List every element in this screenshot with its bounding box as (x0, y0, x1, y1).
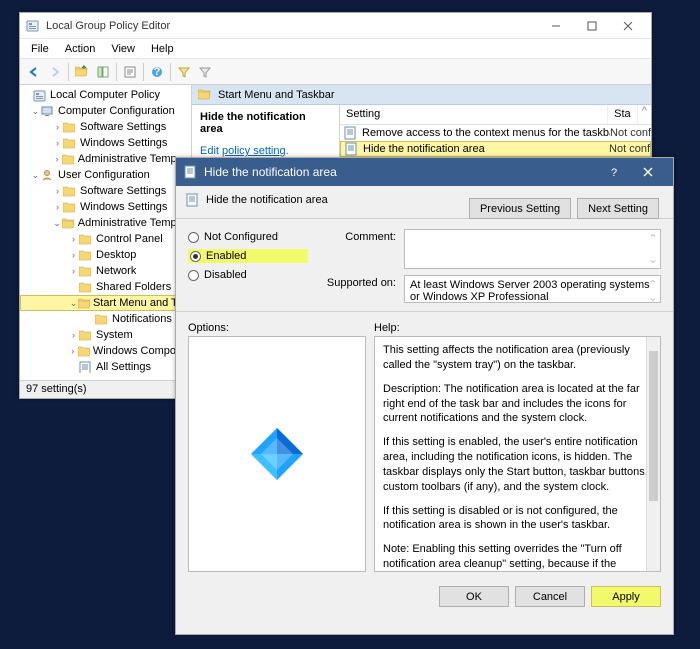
supported-label: Supported on: (320, 275, 396, 289)
filter-options-button[interactable] (195, 62, 215, 82)
dialog-help-button[interactable]: ? (597, 161, 631, 183)
folder-icon (79, 281, 93, 293)
close-button[interactable] (611, 16, 645, 36)
policy-icon (186, 193, 200, 207)
back-button[interactable] (24, 62, 44, 82)
tree-item[interactable]: ›Control Panel (20, 231, 191, 247)
tree-item[interactable]: Shared Folders (20, 279, 191, 295)
console-tree[interactable]: Local Computer Policy ⌄Computer Configur… (20, 85, 192, 380)
radio-disabled[interactable]: Disabled (188, 269, 308, 281)
minimize-button[interactable] (539, 16, 573, 36)
computer-icon (41, 105, 55, 117)
folder-icon (79, 265, 93, 277)
scope-header: Start Menu and Taskbar (192, 85, 651, 105)
tree-item[interactable]: ›Windows Settings (20, 135, 191, 151)
edit-policy-link[interactable]: Edit policy setting. (200, 145, 331, 157)
folder-icon (78, 345, 90, 357)
menu-view[interactable]: View (104, 41, 142, 57)
ok-button[interactable]: OK (439, 586, 509, 607)
list-header[interactable]: Setting Sta ^ (340, 105, 651, 125)
help-pane[interactable]: This setting affects the notification ar… (374, 336, 661, 572)
tree-item[interactable]: ›Windows Components (20, 343, 191, 359)
tree-item[interactable]: ›Desktop (20, 247, 191, 263)
menu-file[interactable]: File (24, 41, 56, 57)
policy-dialog: Hide the notification area ? Hide the no… (175, 157, 674, 635)
folder-icon (79, 233, 93, 245)
folder-icon (63, 185, 77, 197)
help-label: Help: (374, 322, 400, 334)
up-button[interactable] (72, 62, 92, 82)
selected-policy-title: Hide the notification area (200, 111, 331, 135)
folder-icon (63, 137, 77, 149)
radio-not-configured[interactable]: Not Configured (188, 231, 308, 243)
tree-item[interactable]: ›Network (20, 263, 191, 279)
gpedit-titlebar[interactable]: Local Group Policy Editor (20, 13, 651, 39)
dialog-title: Hide the notification area (204, 165, 597, 179)
cancel-button[interactable]: Cancel (515, 586, 585, 607)
tree-item[interactable]: ›System (20, 327, 191, 343)
dialog-close-button[interactable] (631, 161, 665, 183)
tree-item[interactable]: Notifications (20, 311, 191, 327)
folder-icon (63, 201, 77, 213)
forward-button[interactable] (45, 62, 65, 82)
tree-user-config[interactable]: ⌄User Configuration (20, 167, 191, 183)
radio-enabled[interactable]: Enabled (188, 249, 308, 263)
next-setting-button[interactable]: Next Setting (577, 198, 659, 219)
folder-icon (79, 329, 93, 341)
help-button[interactable]: ? (147, 62, 167, 82)
folder-icon (78, 297, 90, 309)
options-label: Options: (188, 322, 366, 334)
comment-textarea[interactable]: ⌃⌄ (404, 229, 661, 269)
tree-admin-templates[interactable]: ⌄Administrative Templates (20, 215, 191, 231)
comment-label: Comment: (320, 229, 396, 243)
list-row-selected[interactable]: Hide the notification areaNot conf (340, 141, 651, 157)
maximize-button[interactable] (575, 16, 609, 36)
tree-item[interactable]: ›Software Settings (20, 183, 191, 199)
previous-setting-button[interactable]: Previous Setting (469, 198, 571, 219)
gpedit-app-icon (26, 19, 40, 33)
tree-item[interactable]: ›Administrative Templates (20, 151, 191, 167)
settings-icon (79, 361, 93, 373)
tree-item[interactable]: All Settings (20, 359, 191, 375)
watermark-logo-icon (247, 424, 307, 484)
dialog-titlebar[interactable]: Hide the notification area ? (176, 158, 673, 186)
tree-computer-config[interactable]: ⌄Computer Configuration (20, 103, 191, 119)
policy-icon (344, 126, 358, 140)
help-scrollbar[interactable] (646, 337, 660, 571)
folder-icon (62, 217, 75, 229)
policy-icon (345, 142, 359, 156)
scope-title: Start Menu and Taskbar (218, 89, 335, 101)
show-hide-tree-button[interactable] (93, 62, 113, 82)
supported-on-field: At least Windows Server 2003 operating s… (404, 275, 661, 303)
gpedit-title: Local Group Policy Editor (46, 20, 539, 32)
options-pane (188, 336, 366, 572)
col-state[interactable]: Sta (608, 105, 638, 124)
policy-icon (33, 89, 47, 101)
policy-icon (184, 165, 198, 179)
menubar: File Action View Help (20, 39, 651, 59)
user-icon (41, 169, 55, 181)
folder-icon (62, 153, 75, 165)
folder-icon (198, 88, 212, 102)
tree-item[interactable]: ›Windows Settings (20, 199, 191, 215)
svg-text:?: ? (611, 167, 617, 177)
folder-icon (63, 121, 77, 133)
menu-help[interactable]: Help (144, 41, 181, 57)
tree-root[interactable]: Local Computer Policy (20, 87, 191, 103)
properties-button[interactable] (120, 62, 140, 82)
toolbar: ? (20, 59, 651, 85)
svg-text:?: ? (154, 66, 161, 78)
col-setting[interactable]: Setting (340, 105, 608, 124)
tree-item-selected[interactable]: ⌄Start Menu and Taskbar (20, 295, 191, 311)
tree-item[interactable]: ›Software Settings (20, 119, 191, 135)
menu-action[interactable]: Action (58, 41, 103, 57)
apply-button[interactable]: Apply (591, 586, 661, 607)
filter-button[interactable] (174, 62, 194, 82)
folder-icon (95, 313, 109, 325)
list-row[interactable]: Remove access to the context menus for t… (340, 125, 651, 141)
folder-icon (79, 249, 93, 261)
